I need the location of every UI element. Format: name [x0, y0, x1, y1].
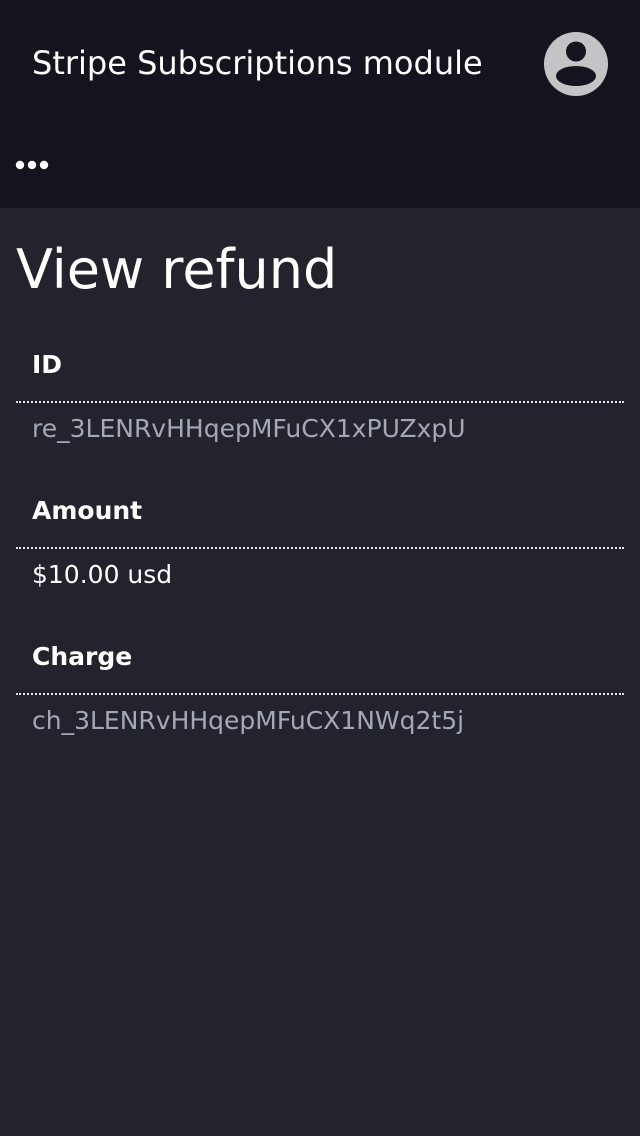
more-options-button[interactable]: [12, 150, 52, 180]
app-title: Stripe Subscriptions module: [32, 44, 483, 82]
more-horizontal-icon: [15, 160, 49, 170]
divider: [16, 693, 624, 695]
user-circle-icon: [544, 32, 608, 96]
field-value-amount: $10.00 usd: [32, 560, 173, 589]
field-label-charge: Charge: [32, 642, 133, 671]
divider: [16, 401, 624, 403]
page-title: View refund: [16, 238, 338, 301]
field-value-id: re_3LENRvHHqepMFuCX1xPUZxpU: [32, 414, 466, 443]
app-header: Stripe Subscriptions module: [0, 0, 640, 208]
field-label-id: ID: [32, 350, 63, 379]
field-value-charge[interactable]: ch_3LENRvHHqepMFuCX1NWq2t5j: [32, 704, 464, 738]
divider: [16, 547, 624, 549]
field-label-amount: Amount: [32, 496, 143, 525]
account-button[interactable]: [543, 31, 609, 97]
